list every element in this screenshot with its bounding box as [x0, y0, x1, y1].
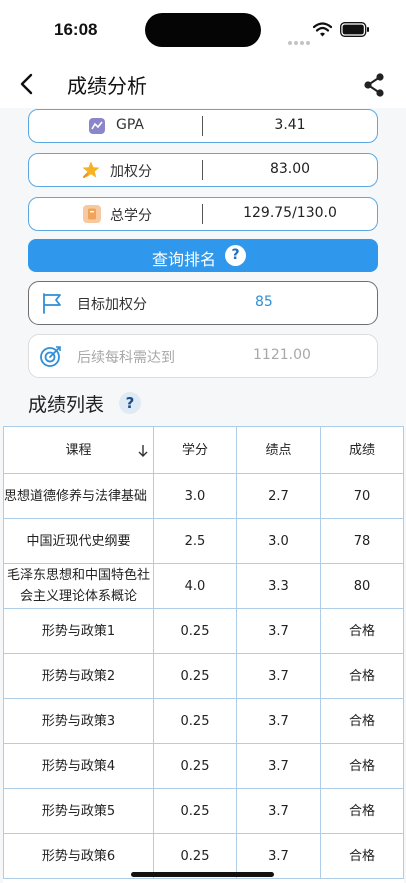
table-cell-credits: 0.25: [154, 789, 237, 834]
table-cell-score: 合格: [321, 789, 404, 834]
weighted-score-value: 83.00: [269, 161, 311, 177]
table-cell-credits: 0.25: [154, 699, 237, 744]
home-indicator: [131, 872, 274, 877]
page-title: 成绩分析: [67, 74, 147, 98]
table-cell-credits: 3.0: [154, 474, 237, 519]
table-cell-course: 思想道德修养与法律基础: [3, 474, 154, 519]
gpa-pill: GPA 3.41: [28, 109, 378, 143]
total-credits-label: 总学分: [110, 208, 152, 224]
gpa-value: 3.41: [274, 117, 306, 133]
table-cell-score: 合格: [321, 654, 404, 699]
status-time: 16:08: [54, 20, 98, 39]
table-cell-course: 形势与政策1: [3, 609, 154, 654]
star-icon: [82, 161, 100, 178]
share-icon[interactable]: [362, 72, 386, 98]
gpa-label: GPA: [116, 117, 144, 133]
target-score-field[interactable]: 目标加权分 85: [28, 281, 378, 325]
total-credits-value: 129.75/130.0: [243, 205, 337, 221]
table-cell-gpa: 3.7: [237, 789, 321, 834]
table-cell-gpa: 3.7: [237, 654, 321, 699]
wifi-icon: [313, 22, 332, 37]
table-cell-gpa: 2.7: [237, 474, 321, 519]
gpa-icon: [89, 118, 105, 134]
column-header-score: 成绩: [321, 426, 404, 474]
grades-section-title: 成绩列表: [28, 394, 105, 416]
table-cell-credits: 0.25: [154, 744, 237, 789]
target-score-label: 目标加权分: [77, 297, 147, 313]
table-cell-gpa: 3.3: [237, 564, 321, 609]
table-cell-score: 合格: [321, 699, 404, 744]
table-cell-score: 合格: [321, 609, 404, 654]
required-score-value: 1121.00: [253, 347, 311, 363]
table-cell-credits: 2.5: [154, 519, 237, 564]
table-cell-gpa: 3.0: [237, 519, 321, 564]
battery-icon: [340, 22, 369, 37]
column-header-credits: 学分: [154, 426, 237, 474]
weighted-score-label: 加权分: [110, 164, 152, 180]
column-header-course[interactable]: 课程: [3, 426, 154, 474]
back-arrow-icon[interactable]: [14, 70, 40, 98]
status-bar: 16:08: [0, 0, 406, 60]
table-cell-course: 形势与政策5: [3, 789, 154, 834]
table-cell-credits: 0.25: [154, 654, 237, 699]
column-header-gpa: 绩点: [237, 426, 321, 474]
table-cell-score: 80: [321, 564, 404, 609]
table-cell-course: 形势与政策4: [3, 744, 154, 789]
table-cell-score: 合格: [321, 744, 404, 789]
table-cell-score: 合格: [321, 834, 404, 879]
table-cell-course: 毛泽东思想和中国特色社会主义理论体系概论: [3, 564, 154, 609]
sort-arrow-icon[interactable]: [137, 444, 149, 458]
flag-icon: [43, 293, 61, 314]
help-icon[interactable]: ?: [119, 392, 141, 414]
credit-book-icon: [83, 205, 101, 223]
query-rank-label: 查询排名: [152, 250, 217, 269]
required-score-field: 后续每科需达到 1121.00: [28, 334, 378, 378]
table-cell-score: 70: [321, 474, 404, 519]
table-cell-course: 形势与政策3: [3, 699, 154, 744]
table-cell-credits: 0.25: [154, 609, 237, 654]
target-icon: [40, 346, 61, 367]
total-credits-pill: 总学分 129.75/130.0: [28, 197, 378, 231]
signal-dots-icon: [288, 30, 314, 45]
table-cell-course: 形势与政策2: [3, 654, 154, 699]
query-rank-button[interactable]: 查询排名 ?: [28, 239, 378, 272]
navigation-bar: 成绩分析: [0, 60, 406, 108]
table-cell-score: 78: [321, 519, 404, 564]
help-icon[interactable]: ?: [225, 245, 246, 266]
target-score-value[interactable]: 85: [255, 294, 273, 310]
table-cell-gpa: 3.7: [237, 744, 321, 789]
table-cell-gpa: 3.7: [237, 609, 321, 654]
table-cell-credits: 4.0: [154, 564, 237, 609]
table-cell-course: 中国近现代史纲要: [3, 519, 154, 564]
table-cell-gpa: 3.7: [237, 699, 321, 744]
weighted-score-pill: 加权分 83.00: [28, 153, 378, 187]
required-score-label: 后续每科需达到: [77, 350, 175, 366]
dynamic-island: [145, 13, 261, 47]
grades-table: 课程 学分 绩点 成绩 思想道德修养与法律基础 3.0 2.7 70 中国近现代…: [3, 426, 404, 883]
content-area: GPA 3.41 加权分 83.00 总学分 129.75/130.0 查询排名…: [0, 108, 406, 883]
